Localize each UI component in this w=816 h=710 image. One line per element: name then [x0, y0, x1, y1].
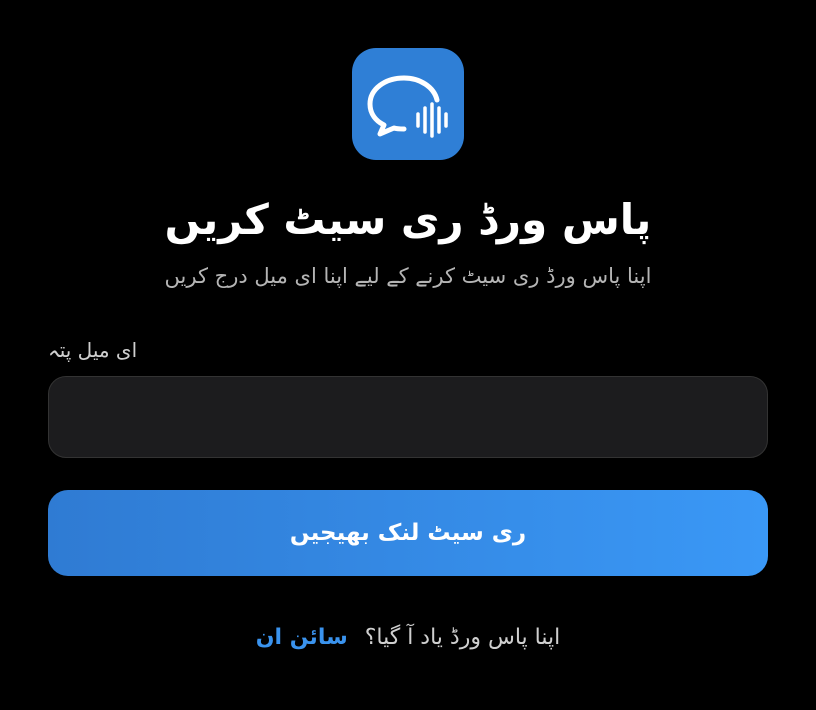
chat-bubble-soundwave-icon [367, 75, 448, 138]
email-field-label: ای میل پتہ [48, 338, 138, 362]
page-title: پاس ورڈ ری سیٹ کریں [164, 195, 652, 244]
app-logo-icon [352, 48, 464, 160]
reset-password-page: پاس ورڈ ری سیٹ کریں اپنا پاس ورڈ ری سیٹ … [0, 0, 816, 710]
page-subtitle: اپنا پاس ورڈ ری سیٹ کرنے کے لیے اپنا ای … [164, 264, 652, 288]
email-label-row: ای میل پتہ [48, 334, 768, 366]
sign-in-link[interactable]: سائن ان [256, 625, 348, 650]
footer: اپنا پاس ورڈ یاد آ گیا؟ سائن ان [0, 620, 816, 656]
email-input[interactable] [48, 376, 768, 458]
send-reset-link-button[interactable]: ری سیٹ لنک بھیجیں [48, 490, 768, 576]
remembered-password-prompt: اپنا پاس ورڈ یاد آ گیا؟ [364, 625, 561, 650]
